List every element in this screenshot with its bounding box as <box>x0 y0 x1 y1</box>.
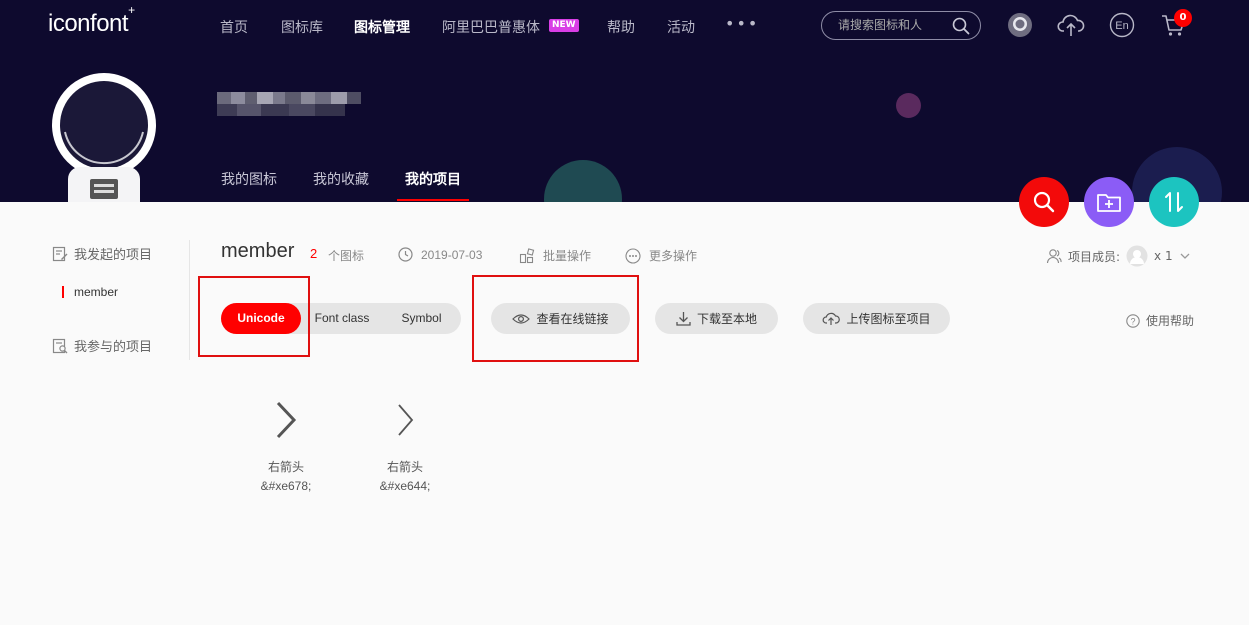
astronaut-avatar <box>50 72 158 202</box>
member-avatar <box>1126 245 1148 267</box>
edit-document-icon <box>52 246 68 261</box>
icon-name: 右箭头 <box>386 460 423 474</box>
nav-alibaba-font[interactable]: 阿里巴巴普惠体 <box>442 17 540 37</box>
format-fontclass-tab[interactable]: Font class <box>303 303 381 334</box>
icon-name: 右箭头 <box>267 460 304 474</box>
nav-help[interactable]: 帮助 <box>607 17 635 37</box>
upload-to-project-button[interactable]: 上传图标至项目 <box>803 303 950 334</box>
help-link[interactable]: ? 使用帮助 <box>1126 312 1194 329</box>
grid-blocks-icon <box>519 247 535 263</box>
iconfont-logo[interactable]: iconfont+ <box>48 3 135 38</box>
sidebar-created-projects[interactable]: 我发起的项目 <box>52 244 152 263</box>
search-input[interactable] <box>838 18 948 32</box>
active-tab-indicator <box>397 199 469 201</box>
language-icon[interactable]: En <box>1109 12 1135 42</box>
members-label: 项目成员: <box>1068 249 1121 264</box>
members-count: x 1 <box>1154 249 1173 263</box>
more-operations-label: 更多操作 <box>649 249 698 263</box>
nav-home[interactable]: 首页 <box>220 17 248 37</box>
sidebar-project-member[interactable]: member <box>74 285 118 299</box>
batch-operation-label: 批量操作 <box>543 249 592 263</box>
download-label: 下载至本地 <box>696 312 757 326</box>
project-date: 2019-07-03 <box>398 247 482 262</box>
language-label: En <box>1115 20 1128 32</box>
more-circle-icon <box>625 247 641 264</box>
user-avatar-icon[interactable] <box>1007 12 1033 42</box>
project-date-text: 2019-07-03 <box>421 247 483 262</box>
search-icon <box>1033 191 1055 213</box>
nav-icon-library[interactable]: 图标库 <box>281 17 323 37</box>
help-label: 使用帮助 <box>1146 314 1195 328</box>
upload-cloud-icon[interactable] <box>1057 12 1085 42</box>
logo-text: iconfont <box>48 10 129 37</box>
more-operations-button[interactable]: 更多操作 <box>625 247 697 264</box>
batch-operation-button[interactable]: 批量操作 <box>519 247 591 264</box>
question-circle-icon: ? <box>1126 313 1140 328</box>
new-folder-fab-button[interactable] <box>1084 177 1134 227</box>
highlight-box-unicode <box>198 276 310 357</box>
clock-icon <box>398 247 413 262</box>
download-icon <box>676 312 691 326</box>
logo-mark: + <box>128 3 135 17</box>
sort-fab-button[interactable] <box>1149 177 1199 227</box>
icon-count: 2 <box>310 246 318 261</box>
search-icon[interactable] <box>952 17 970 39</box>
folder-add-icon <box>1097 194 1121 212</box>
new-badge: NEW <box>549 19 579 32</box>
top-navigation: iconfont+ 首页 图标库 图标管理 阿里巴巴普惠体 NEW 帮助 活动 … <box>0 0 1249 50</box>
decor-orb-teal <box>544 160 622 202</box>
search-fab-button[interactable] <box>1019 177 1069 227</box>
sort-arrows-icon <box>1165 192 1183 212</box>
sidebar-joined-label: 我参与的项目 <box>74 340 153 355</box>
icon-unicode: &#xe644; <box>379 479 431 493</box>
nav-more-icon[interactable]: ••• <box>725 14 759 33</box>
svg-text:?: ? <box>1130 316 1135 326</box>
download-local-button[interactable]: 下载至本地 <box>655 303 778 334</box>
cart-count-badge: 0 <box>1174 9 1192 27</box>
tab-my-icons[interactable]: 我的图标 <box>221 169 277 189</box>
username-blurred <box>217 88 362 118</box>
format-symbol-tab[interactable]: Symbol <box>384 303 459 334</box>
icon-card[interactable]: 右箭头 &#xe644; <box>360 396 450 493</box>
tab-my-projects[interactable]: 我的项目 <box>405 169 461 189</box>
nav-icon-management[interactable]: 图标管理 <box>354 17 410 37</box>
decor-orb-small <box>896 93 921 118</box>
active-item-marker <box>62 286 64 298</box>
tab-my-favorites[interactable]: 我的收藏 <box>313 169 369 189</box>
profile-hero: iconfont+ 首页 图标库 图标管理 阿里巴巴普惠体 NEW 帮助 活动 … <box>0 0 1249 202</box>
members-icon <box>1046 249 1062 264</box>
search-document-icon <box>52 338 68 353</box>
icon-count-suffix: 个图标 <box>328 249 365 263</box>
chevron-down-icon <box>1180 253 1190 259</box>
project-title: member <box>221 240 295 262</box>
sidebar-divider <box>189 240 190 360</box>
icon-unicode: &#xe678; <box>260 479 312 493</box>
search-box[interactable] <box>821 11 981 40</box>
upload-label: 上传图标至项目 <box>846 312 931 326</box>
chevron-right-icon <box>360 396 450 444</box>
upload-cloud-icon <box>823 312 841 325</box>
project-members[interactable]: 项目成员: x 1 <box>1046 245 1191 267</box>
chevron-right-icon <box>241 396 331 444</box>
sidebar-joined-projects[interactable]: 我参与的项目 <box>52 336 152 355</box>
nav-activity[interactable]: 活动 <box>667 17 695 37</box>
sidebar-created-label: 我发起的项目 <box>74 248 153 263</box>
highlight-box-view-online <box>472 275 639 362</box>
icon-card[interactable]: 右箭头 &#xe678; <box>241 396 331 493</box>
